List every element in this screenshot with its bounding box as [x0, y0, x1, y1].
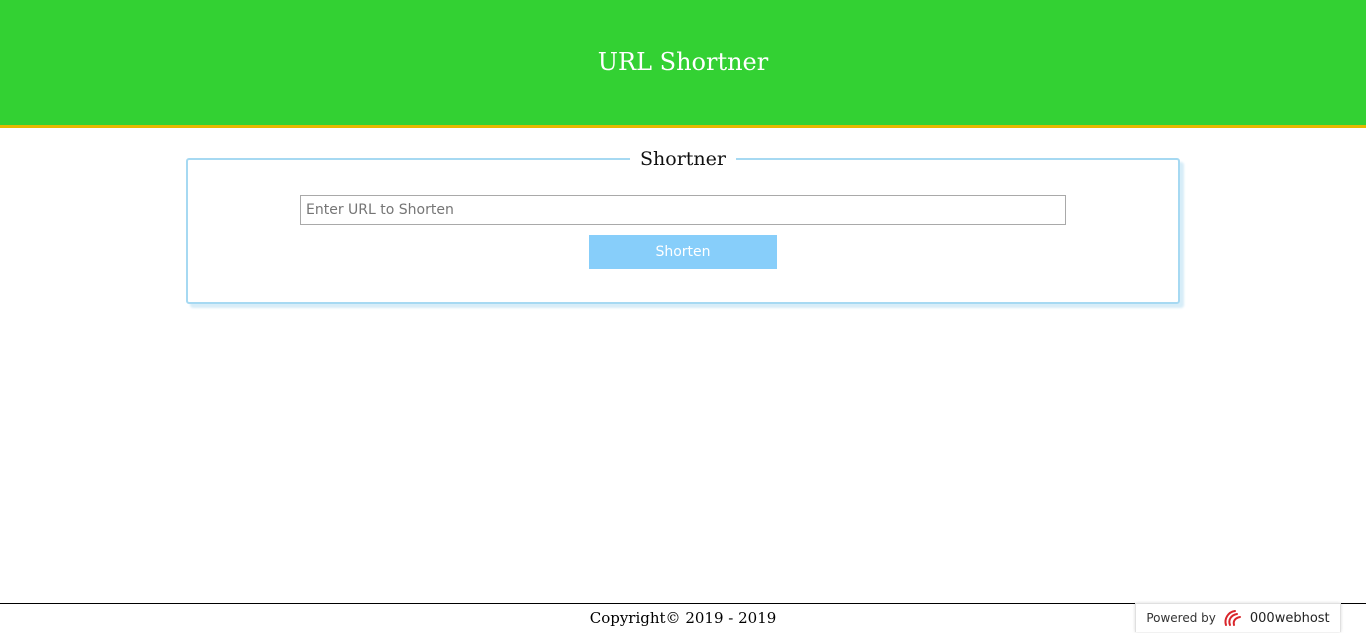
000webhost-logo-icon — [1222, 609, 1244, 627]
shorten-button[interactable]: Shorten — [589, 235, 777, 269]
page-title: URL Shortner — [597, 47, 769, 76]
shortener-panel: Shortner Shorten — [186, 147, 1180, 304]
copyright-text: Copyright© 2019 - 2019 — [589, 609, 777, 627]
url-input[interactable] — [300, 195, 1066, 225]
shortener-legend: Shortner — [630, 147, 736, 171]
powered-by-badge[interactable]: Powered by 000webhost — [1135, 603, 1341, 632]
powered-by-label: Powered by — [1146, 611, 1216, 625]
brand-name: 000webhost — [1249, 610, 1330, 626]
site-header: URL Shortner — [0, 0, 1366, 128]
